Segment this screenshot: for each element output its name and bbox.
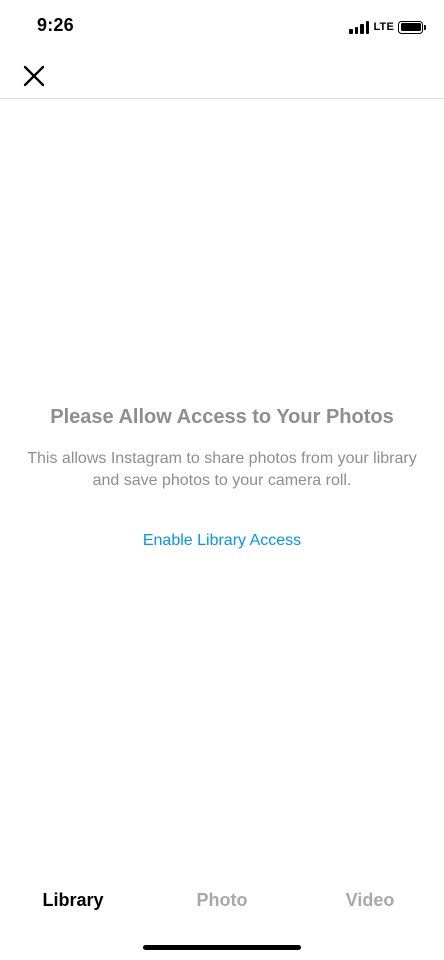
bottom-tabs: Library Photo Video — [0, 884, 444, 916]
cellular-signal-icon — [349, 20, 370, 34]
battery-tip — [424, 24, 426, 30]
tab-video[interactable]: Video — [310, 884, 430, 916]
close-icon — [23, 65, 45, 87]
status-time: 9:26 — [37, 15, 74, 35]
permission-empty-state: Please Allow Access to Your Photos This … — [0, 404, 444, 550]
header — [0, 52, 444, 99]
status-bar: 9:26 LTE — [0, 0, 444, 52]
tab-library[interactable]: Library — [13, 884, 133, 916]
permission-description: This allows Instagram to share photos fr… — [27, 450, 417, 489]
tab-photo[interactable]: Photo — [162, 884, 282, 916]
permission-title: Please Allow Access to Your Photos — [50, 406, 394, 428]
screen: 9:26 LTE Please Allow Access to Your Pho… — [0, 0, 444, 960]
battery-icon — [398, 20, 423, 34]
close-button[interactable] — [20, 62, 48, 90]
status-indicators: LTE — [349, 18, 426, 36]
network-type: LTE — [373, 21, 394, 33]
enable-library-access-link[interactable]: Enable Library Access — [143, 532, 301, 550]
home-indicator[interactable] — [143, 945, 301, 950]
